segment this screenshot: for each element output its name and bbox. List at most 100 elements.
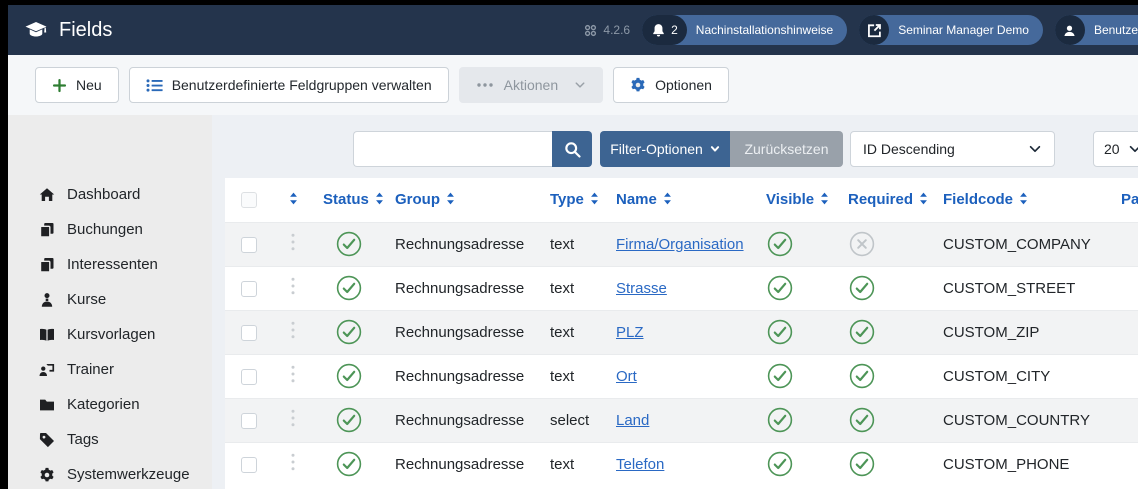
sidebar-item-label: Buchungen — [67, 221, 143, 238]
ordering-sort-header[interactable] — [273, 178, 313, 222]
field-name-link[interactable]: Firma/Organisation — [616, 236, 744, 253]
seminar-manager-demo-pill[interactable]: Seminar Manager Demo — [859, 15, 1043, 45]
table-row: Rechnungsadresse text Telefon CUSTOM_PHO… — [225, 442, 1138, 486]
copy-icon — [38, 222, 56, 238]
required-cell — [838, 266, 933, 310]
visible-cell — [756, 354, 838, 398]
column-header-visible[interactable]: Visible — [756, 178, 838, 222]
check-circle-icon[interactable] — [767, 275, 793, 301]
check-circle-icon[interactable] — [336, 231, 362, 257]
sidebar-item-dashboard[interactable]: Dashboard — [8, 177, 212, 212]
column-header-required[interactable]: Required — [838, 178, 933, 222]
sidebar-item-trainer[interactable]: Trainer — [8, 352, 212, 387]
nachinstallationshinweise-pill[interactable]: 2 Nachinstallationshinweise — [642, 15, 847, 45]
search-button[interactable] — [552, 131, 592, 167]
sidebar-item-kategorien[interactable]: Kategorien — [8, 387, 212, 422]
table-row: Rechnungsadresse text Firma/Organisation… — [225, 222, 1138, 266]
sidebar-item-tags[interactable]: Tags — [8, 422, 212, 457]
options-button[interactable]: Optionen — [613, 67, 729, 103]
status-cell — [313, 222, 385, 266]
column-header-status[interactable]: Status — [313, 178, 385, 222]
check-circle-icon[interactable] — [767, 451, 793, 477]
sort-select[interactable]: ID Descending — [850, 131, 1055, 167]
notification-count-badge: 2 — [671, 23, 678, 37]
limit-select[interactable]: 20 — [1093, 131, 1138, 167]
field-name-link[interactable]: Ort — [616, 368, 637, 385]
column-header-fieldcode[interactable]: Fieldcode — [933, 178, 1111, 222]
field-name-link[interactable]: Strasse — [616, 280, 667, 297]
filter-bar: Filter-Optionen Zurücksetzen ID Descendi… — [353, 131, 1138, 167]
status-cell — [313, 266, 385, 310]
group-cell: Rechnungsadresse — [395, 412, 524, 429]
drag-handle-icon[interactable] — [291, 277, 295, 295]
sidebar-item-buchungen[interactable]: Buchungen — [8, 212, 212, 247]
benutzermen-pill[interactable]: Benutzermenü — [1055, 15, 1138, 45]
check-circle-icon[interactable] — [336, 407, 362, 433]
type-cell: text — [550, 368, 574, 385]
new-button[interactable]: Neu — [35, 67, 119, 103]
row-checkbox[interactable] — [241, 457, 257, 473]
drag-handle-icon[interactable] — [291, 321, 295, 339]
row-checkbox[interactable] — [241, 413, 257, 429]
book-icon — [38, 327, 56, 343]
row-checkbox[interactable] — [241, 325, 257, 341]
check-circle-icon[interactable] — [849, 275, 875, 301]
check-circle-icon[interactable] — [767, 319, 793, 345]
field-name-link[interactable]: Telefon — [616, 456, 664, 473]
reset-button[interactable]: Zurücksetzen — [730, 131, 843, 167]
check-circle-icon[interactable] — [767, 363, 793, 389]
column-header-group[interactable]: Group — [385, 178, 540, 222]
person-icon — [38, 292, 56, 308]
column-header-type[interactable]: Type — [540, 178, 606, 222]
sort-icon — [663, 192, 672, 205]
group-cell: Rechnungsadresse — [395, 236, 524, 253]
actions-dropdown-button[interactable]: Aktionen — [459, 67, 603, 103]
status-cell — [313, 354, 385, 398]
field-name-link[interactable]: Land — [616, 412, 649, 429]
version-number: 4.2.6 — [603, 23, 630, 37]
row-checkbox[interactable] — [241, 369, 257, 385]
check-circle-icon[interactable] — [849, 451, 875, 477]
sidebar-item-kurse[interactable]: Kurse — [8, 282, 212, 317]
check-circle-icon[interactable] — [767, 231, 793, 257]
fields-table: StatusGroupTypeNameVisibleRequiredFieldc… — [225, 178, 1138, 486]
row-checkbox[interactable] — [241, 281, 257, 297]
check-circle-icon[interactable] — [849, 363, 875, 389]
filter-options-button[interactable]: Filter-Optionen — [600, 131, 730, 167]
sidebar-item-systemwerkzeuge[interactable]: Systemwerkzeuge — [8, 457, 212, 489]
joomla-logo-icon — [584, 24, 597, 37]
sidebar-item-kursvorlagen[interactable]: Kursvorlagen — [8, 317, 212, 352]
chevron-down-icon — [1128, 142, 1138, 156]
select-all-header — [225, 178, 273, 222]
check-circle-icon[interactable] — [336, 319, 362, 345]
check-circle-icon[interactable] — [336, 363, 362, 389]
fieldcode-cell: CUSTOM_COUNTRY — [943, 412, 1090, 429]
sidebar-item-label: Kursvorlagen — [67, 326, 155, 343]
sort-icon — [375, 192, 384, 205]
table-row: Rechnungsadresse text Ort CUSTOM_CITY — [225, 354, 1138, 398]
search-input[interactable] — [353, 131, 552, 167]
select-all-checkbox[interactable] — [241, 192, 257, 208]
drag-handle-icon[interactable] — [291, 453, 295, 471]
column-header-name[interactable]: Name — [606, 178, 756, 222]
drag-handle-icon[interactable] — [291, 233, 295, 251]
field-name-link[interactable]: PLZ — [616, 324, 644, 341]
check-circle-icon[interactable] — [849, 319, 875, 345]
toolbar: Neu Benutzerdefinierte Feldgruppen verwa… — [8, 55, 1138, 115]
type-cell: text — [550, 280, 574, 297]
check-circle-icon[interactable] — [849, 407, 875, 433]
top-navbar: Fields 4.2.6 2 Nachinstallationshinweise… — [8, 5, 1138, 55]
content-area: Filter-Optionen Zurücksetzen ID Descendi… — [212, 115, 1138, 489]
check-circle-icon[interactable] — [336, 275, 362, 301]
check-circle-icon[interactable] — [336, 451, 362, 477]
drag-handle-icon[interactable] — [291, 365, 295, 383]
bell-icon — [651, 23, 666, 38]
manage-field-groups-button[interactable]: Benutzerdefinierte Feldgruppen verwalten — [129, 67, 449, 103]
drag-handle-icon[interactable] — [291, 409, 295, 427]
user-circle-icon — [1062, 23, 1077, 38]
x-circle-icon[interactable] — [849, 231, 875, 257]
column-header-pa[interactable]: Pa — [1111, 178, 1138, 222]
row-checkbox[interactable] — [241, 237, 257, 253]
sidebar-item-interessenten[interactable]: Interessenten — [8, 247, 212, 282]
check-circle-icon[interactable] — [767, 407, 793, 433]
